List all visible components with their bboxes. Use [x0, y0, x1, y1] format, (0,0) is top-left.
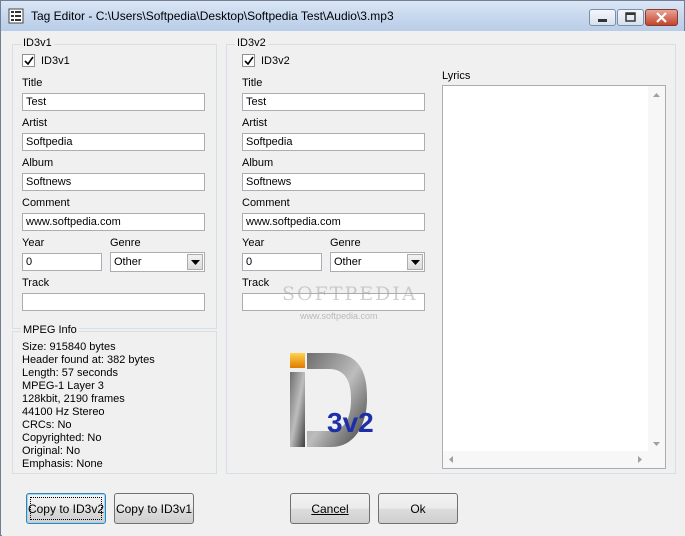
minimize-icon — [598, 19, 607, 22]
id3v2-year-label: Year — [242, 237, 265, 249]
id3v2-track-label: Track — [242, 277, 270, 289]
lyrics-vertical-scrollbar[interactable] — [648, 86, 665, 468]
id3v2-logo: 3v2 — [290, 353, 374, 447]
id3v1-track-label: Track — [22, 277, 50, 289]
lyrics-horizontal-scrollbar[interactable] — [443, 451, 648, 468]
mpeg-info-header: Header found at: 382 bytes — [22, 354, 155, 366]
id3v1-track-field[interactable] — [22, 293, 205, 311]
logo-3v2-text: 3v2 — [327, 407, 374, 438]
watermark: SOFTPEDIA — [282, 283, 418, 305]
maximize-icon — [625, 12, 636, 22]
id3v1-checkbox[interactable]: ID3v1 — [22, 54, 70, 67]
title-bar[interactable]: Tag Editor - C:\Users\Softpedia\Desktop\… — [1, 1, 684, 31]
checkbox-box[interactable] — [242, 54, 255, 67]
mpeg-info-original: Original: No — [22, 445, 81, 457]
close-button[interactable] — [645, 9, 678, 26]
id3v1-year-field[interactable]: 0 — [22, 253, 102, 271]
id3v2-album-field[interactable]: Softnews — [242, 173, 425, 191]
id3v2-genre-label: Genre — [330, 237, 361, 249]
mpeg-info-crcs: CRCs: No — [22, 419, 72, 431]
id3v1-album-label: Album — [22, 157, 54, 169]
id3v2-artist-field[interactable]: Softpedia — [242, 133, 425, 151]
tag-editor-window: Tag Editor - C:\Users\Softpedia\Desktop\… — [0, 0, 685, 536]
id3v2-title-field[interactable]: Test — [242, 93, 425, 111]
client-area: ID3v1 ID3v1 Title Test Artist Softpedia … — [2, 31, 685, 536]
ok-label: Ok — [410, 501, 426, 516]
id3v2-album-label: Album — [242, 157, 274, 169]
cancel-button[interactable]: Cancel — [290, 493, 370, 524]
mpeg-info-size: Size: 915840 bytes — [22, 341, 116, 353]
id3v2-checkbox-label: ID3v2 — [261, 54, 290, 67]
id3v1-year-label: Year — [22, 237, 45, 249]
lyrics-label: Lyrics — [442, 70, 471, 82]
id3v1-comment-field[interactable]: www.softpedia.com — [22, 213, 205, 231]
id3v2-checkbox[interactable]: ID3v2 — [242, 54, 290, 67]
minimize-button[interactable] — [589, 9, 616, 26]
id3v1-comment-label: Comment — [22, 197, 70, 209]
mpeg-info-samplerate: 44100 Hz Stereo — [22, 406, 105, 418]
ok-button[interactable]: Ok — [378, 493, 458, 524]
id3v1-artist-label: Artist — [22, 117, 48, 129]
scroll-left-arrow-icon[interactable] — [449, 456, 453, 463]
id3v2-genre-select[interactable]: Other — [330, 252, 425, 272]
id3v2-group-label: ID3v2 — [235, 37, 268, 49]
mpeg-info-length: Length: 57 seconds — [22, 367, 119, 379]
id3v1-checkbox-label: ID3v1 — [41, 54, 70, 67]
mpeg-info-layer: MPEG-1 Layer 3 — [22, 380, 104, 392]
id3v1-artist-field[interactable]: Softpedia — [22, 133, 205, 151]
chevron-down-icon — [191, 260, 200, 265]
chevron-down-icon — [411, 260, 420, 265]
id3v1-group-label: ID3v1 — [21, 37, 54, 49]
copy-to-id3v1-label: Copy to ID3v1 — [115, 501, 193, 516]
cancel-label: Cancel — [311, 501, 349, 516]
id3v1-title-field[interactable]: Test — [22, 93, 205, 111]
id3v1-album-field[interactable]: Softnews — [22, 173, 205, 191]
id3v2-comment-label: Comment — [242, 197, 290, 209]
logo-orange-square — [290, 353, 305, 368]
focus-rectangle — [30, 497, 102, 520]
close-icon — [656, 12, 667, 23]
logo-i-bar — [290, 372, 305, 447]
id3v2-genre-value: Other — [334, 256, 362, 268]
copy-to-id3v1-button[interactable]: Copy to ID3v1 — [114, 493, 194, 524]
mpeg-info-bitrate: 128kbit, 2190 frames — [22, 393, 125, 405]
watermark-url: www.softpedia.com — [300, 311, 378, 321]
scroll-down-arrow-icon[interactable] — [653, 442, 660, 446]
mpeg-info-group-label: MPEG Info — [21, 324, 79, 336]
id3v2-title-label: Title — [242, 77, 263, 89]
id3v2-genre-dropdown-button[interactable] — [407, 254, 423, 270]
scroll-right-arrow-icon[interactable] — [638, 456, 642, 463]
id3v1-genre-select[interactable]: Other — [110, 252, 205, 272]
checkmark-icon — [244, 56, 254, 66]
checkbox-box[interactable] — [22, 54, 35, 67]
scroll-up-arrow-icon[interactable] — [653, 93, 660, 97]
lyrics-textarea[interactable] — [442, 85, 666, 469]
id3v1-genre-dropdown-button[interactable] — [187, 254, 203, 270]
id3v1-genre-value: Other — [114, 256, 142, 268]
mpeg-info-copyrighted: Copyrighted: No — [22, 432, 102, 444]
window-title: Tag Editor - C:\Users\Softpedia\Desktop\… — [31, 9, 394, 23]
id3v2-artist-label: Artist — [242, 117, 268, 129]
id3v2-comment-field[interactable]: www.softpedia.com — [242, 213, 425, 231]
id3v2-year-field[interactable]: 0 — [242, 253, 322, 271]
app-icon — [8, 8, 24, 24]
mpeg-info-emphasis: Emphasis: None — [22, 458, 103, 470]
checkmark-icon — [24, 56, 34, 66]
id3v1-genre-label: Genre — [110, 237, 141, 249]
copy-to-id3v2-button[interactable]: Copy to ID3v2 — [26, 493, 106, 524]
id3v1-title-label: Title — [22, 77, 43, 89]
maximize-button[interactable] — [617, 9, 644, 26]
